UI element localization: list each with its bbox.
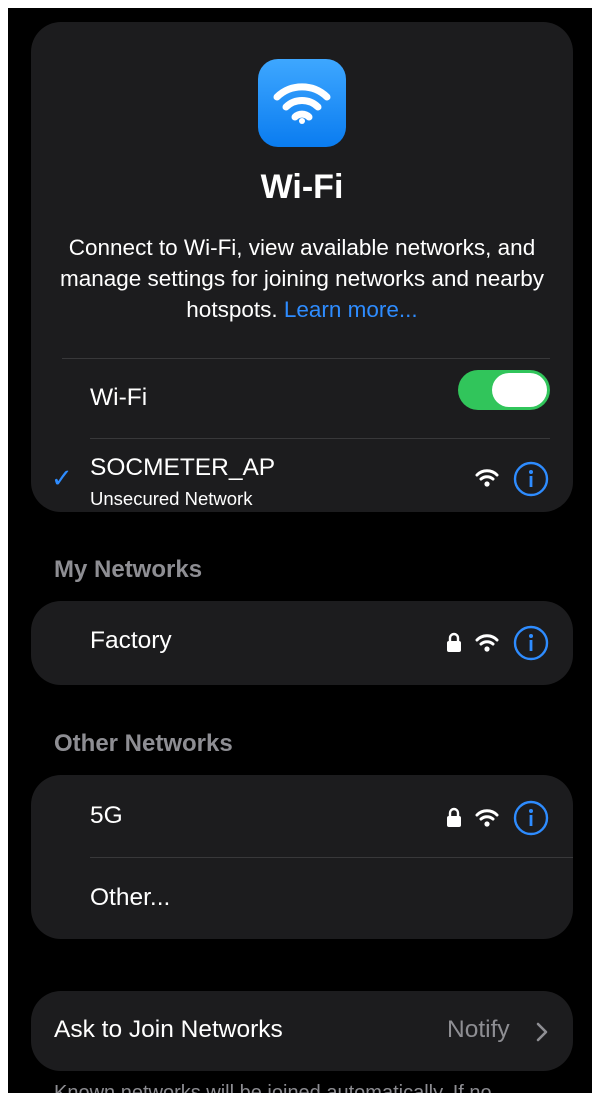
wifi-toggle-label: Wi-Fi	[90, 384, 148, 411]
ask-to-join-label: Ask to Join Networks	[54, 1016, 283, 1043]
wifi-signal-icon	[475, 469, 499, 487]
footer-description: Known networks will be joined automatica…	[54, 1082, 492, 1093]
divider	[90, 857, 573, 858]
page-description: Connect to Wi-Fi, view available network…	[59, 232, 545, 325]
lock-icon	[447, 632, 461, 652]
wifi-settings-screen: Wi-Fi Connect to Wi-Fi, view available n…	[8, 8, 592, 1093]
checkmark-icon: ✓	[51, 463, 73, 493]
info-icon[interactable]	[513, 625, 549, 661]
other-network-row[interactable]: Other...	[90, 884, 170, 912]
ask-to-join-card[interactable]: Ask to Join Networks Notify	[31, 991, 573, 1071]
wifi-toggle[interactable]	[458, 370, 550, 410]
page-title: Wi-Fi	[260, 168, 344, 206]
wifi-signal-icon	[475, 634, 499, 652]
learn-more-link[interactable]: Learn more...	[284, 297, 418, 322]
my-networks-card: Factory	[31, 601, 573, 685]
info-icon[interactable]	[513, 800, 549, 836]
toggle-knob	[492, 373, 547, 407]
section-title-other-networks: Other Networks	[54, 730, 233, 757]
wifi-signal-icon	[475, 809, 499, 827]
divider	[62, 358, 550, 359]
connected-network-subtitle: Unsecured Network	[90, 488, 253, 509]
network-name[interactable]: Factory	[90, 627, 172, 655]
ask-to-join-value: Notify	[447, 1016, 510, 1043]
info-icon[interactable]	[513, 461, 549, 497]
network-name[interactable]: 5G	[90, 802, 123, 830]
other-networks-card: 5G Other...	[31, 775, 573, 939]
divider	[90, 438, 550, 439]
wifi-app-icon	[258, 59, 346, 147]
chevron-right-icon	[536, 1022, 548, 1042]
lock-icon	[447, 807, 461, 827]
section-title-my-networks: My Networks	[54, 556, 203, 583]
wifi-header-card: Wi-Fi Connect to Wi-Fi, view available n…	[31, 22, 573, 512]
connected-network-name[interactable]: SOCMETER_AP	[90, 454, 275, 482]
